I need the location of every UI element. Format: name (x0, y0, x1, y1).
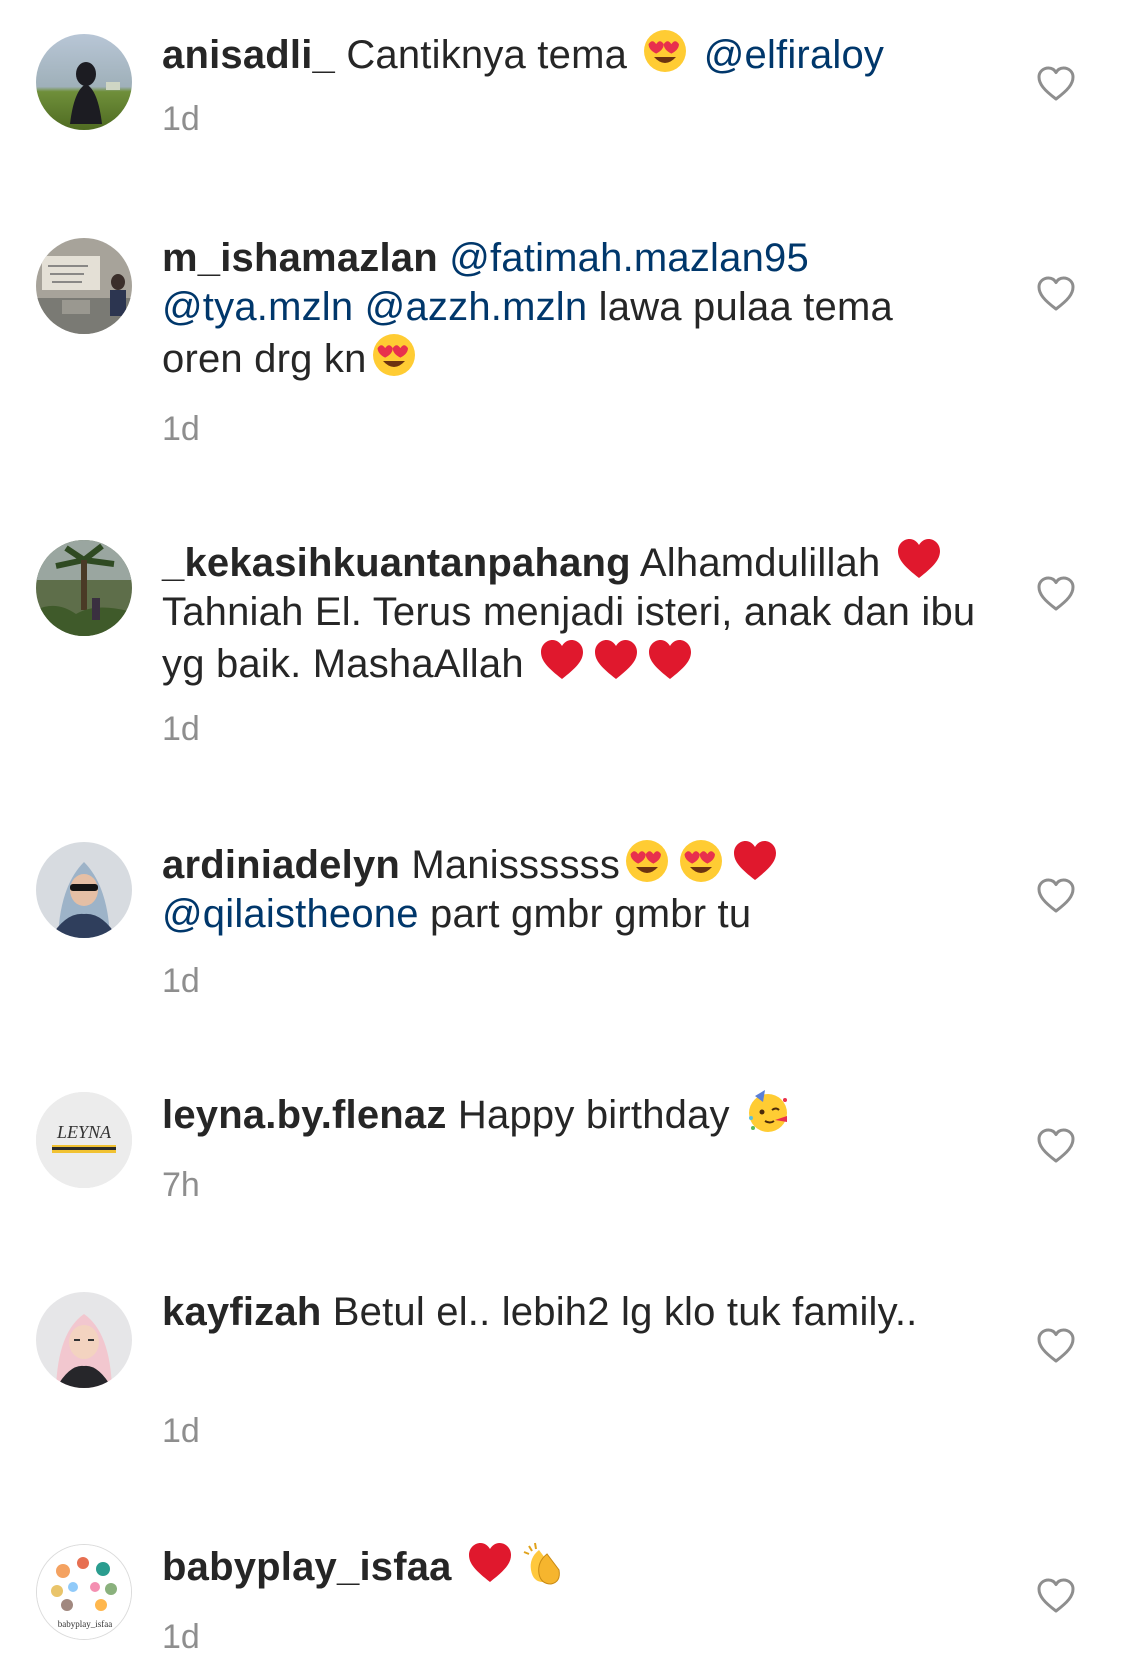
comment-text (452, 1545, 463, 1589)
heart-eyes-emoji-icon (371, 332, 417, 378)
comment-text: Alhamdulillah (630, 541, 892, 585)
avatar-photo-icon (36, 842, 132, 938)
comment-text (353, 285, 364, 329)
avatar-logo-icon: LEYNA (36, 1092, 132, 1188)
comment-text (438, 236, 449, 280)
heart-eyes-emoji-icon (678, 838, 724, 884)
mention-link[interactable]: @qilaistheone (162, 892, 419, 936)
heart-outline-icon (1037, 66, 1075, 101)
like-button[interactable] (1036, 876, 1076, 916)
comment-username[interactable]: anisadli_ (162, 33, 335, 77)
avatar-photo-icon (36, 540, 132, 636)
avatar[interactable] (36, 1292, 132, 1388)
comment-body: kayfizah Betul el.. lebih2 lg klo tuk fa… (162, 1288, 982, 1337)
comment-timestamp: 1d (162, 100, 200, 138)
heart-outline-icon (1037, 1578, 1075, 1613)
heart-outline-icon (1037, 576, 1075, 611)
red-heart-emoji-icon (647, 637, 693, 683)
comment-body: anisadli_ Cantiknya tema @elfiraloy (162, 28, 982, 80)
comment-body: leyna.by.flenaz Happy birthday (162, 1088, 982, 1140)
red-heart-emoji-icon (732, 838, 778, 884)
comment-timestamp: 1d (162, 710, 200, 748)
mention-link[interactable]: @tya.mzln (162, 285, 353, 329)
comment-body: babyplay_isfaa (162, 1540, 982, 1592)
comment-text: Betul el.. lebih2 lg klo tuk family.. (321, 1290, 918, 1334)
heart-eyes-emoji-icon (642, 28, 688, 74)
avatar-logo-text: LEYNA (56, 1122, 112, 1142)
comment-username[interactable]: m_ishamazlan (162, 236, 438, 280)
comment-body: m_ishamazlan @fatimah.mazlan95 @tya.mzln… (162, 234, 982, 384)
comment-text: Manissssss (400, 843, 621, 887)
comment-timestamp: 1d (162, 410, 200, 448)
red-heart-emoji-icon (896, 536, 942, 582)
red-heart-emoji-icon (539, 637, 585, 683)
comment-timestamp: 1d (162, 1618, 200, 1656)
heart-eyes-emoji-icon (624, 838, 670, 884)
comment-timestamp: 1d (162, 1412, 200, 1450)
mention-link[interactable]: @azzh.mzln (365, 285, 588, 329)
mention-link[interactable]: @elfiraloy (704, 33, 884, 77)
avatar-photo-icon (36, 238, 132, 334)
like-button[interactable] (1036, 274, 1076, 314)
comment-username[interactable]: _kekasihkuantanpahang (162, 541, 631, 585)
comment-body: ardiniadelyn Manissssss @qilaistheone pa… (162, 838, 982, 939)
comment-username[interactable]: ardiniadelyn (162, 843, 400, 887)
red-heart-emoji-icon (593, 637, 639, 683)
comments-list: anisadli_ Cantiknya tema @elfiraloy 1d m… (0, 0, 1125, 1670)
clapping-hands-emoji-icon (521, 1540, 567, 1586)
comment-username[interactable]: babyplay_isfaa (162, 1545, 452, 1589)
avatar-photo-icon (36, 1292, 132, 1388)
mention-link[interactable]: @fatimah.mazlan95 (449, 236, 809, 280)
avatar-photo-icon (36, 34, 132, 130)
comment-text: Cantiknya tema (346, 33, 639, 77)
like-button[interactable] (1036, 64, 1076, 104)
like-button[interactable] (1036, 1326, 1076, 1366)
comment-timestamp: 7h (162, 1166, 200, 1204)
avatar[interactable]: babyplay_isfaa (36, 1544, 132, 1640)
comment-username[interactable]: leyna.by.flenaz (162, 1093, 447, 1137)
red-heart-emoji-icon (467, 1540, 513, 1586)
avatar[interactable]: LEYNA (36, 1092, 132, 1188)
heart-outline-icon (1037, 1128, 1075, 1163)
avatar-logo-text: babyplay_isfaa (58, 1619, 112, 1629)
comment-text: part gmbr gmbr tu (418, 892, 752, 936)
like-button[interactable] (1036, 574, 1076, 614)
heart-outline-icon (1037, 878, 1075, 913)
heart-outline-icon (1037, 276, 1075, 311)
avatar-logo-icon: babyplay_isfaa (37, 1545, 131, 1639)
partying-face-emoji-icon (745, 1088, 791, 1134)
heart-outline-icon (1037, 1328, 1075, 1363)
avatar[interactable] (36, 34, 132, 130)
comment-timestamp: 1d (162, 962, 200, 1000)
comment-username[interactable]: kayfizah (162, 1290, 321, 1334)
like-button[interactable] (1036, 1126, 1076, 1166)
avatar[interactable] (36, 540, 132, 636)
avatar[interactable] (36, 842, 132, 938)
like-button[interactable] (1036, 1576, 1076, 1616)
avatar[interactable] (36, 238, 132, 334)
comment-body: _kekasihkuantanpahang Alhamdulillah Tahn… (162, 536, 982, 689)
comment-text: Happy birthday (446, 1093, 742, 1137)
